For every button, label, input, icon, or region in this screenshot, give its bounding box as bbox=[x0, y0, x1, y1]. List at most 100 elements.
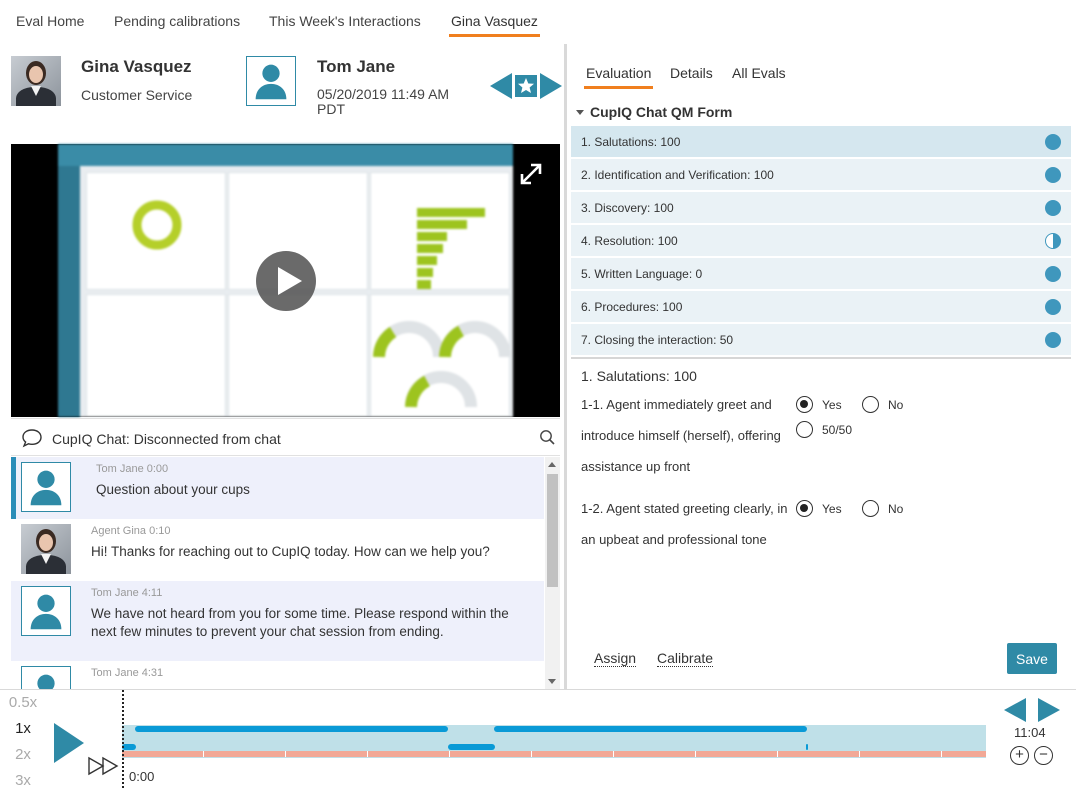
section-status-full-icon bbox=[1045, 167, 1061, 183]
user-silhouette-icon bbox=[37, 674, 55, 689]
timeline-play-button[interactable] bbox=[54, 723, 84, 763]
chat-transcript[interactable]: Tom Jane 0:00 Question about your cups A… bbox=[11, 457, 560, 689]
form-section-salutations[interactable]: 1. Salutations: 100 bbox=[571, 126, 1071, 158]
search-icon[interactable] bbox=[539, 429, 555, 445]
customer-avatar bbox=[21, 586, 71, 636]
chat-header: CupIQ Chat: Disconnected from chat bbox=[11, 418, 560, 456]
speed-1x[interactable]: 1x bbox=[0, 716, 46, 742]
fullscreen-expand-icon[interactable] bbox=[518, 161, 544, 187]
form-title-text: CupIQ Chat QM Form bbox=[590, 104, 733, 120]
form-divider bbox=[571, 357, 1071, 359]
form-section-discovery[interactable]: 3. Discovery: 100 bbox=[571, 192, 1071, 224]
tab-gina-vasquez[interactable]: Gina Vasquez bbox=[449, 13, 540, 37]
message-author-time: Tom Jane 4:31 bbox=[91, 667, 164, 679]
user-silhouette-icon bbox=[30, 470, 62, 506]
save-button[interactable]: Save bbox=[1007, 643, 1057, 674]
zoom-out-icon[interactable]: − bbox=[1034, 746, 1053, 765]
chat-message[interactable]: Tom Jane 4:11 We have not heard from you… bbox=[11, 581, 544, 661]
section-label: 2. Identification and Verification: 100 bbox=[581, 168, 774, 182]
section-status-full-icon bbox=[1045, 332, 1061, 348]
collapse-caret-icon[interactable] bbox=[576, 110, 584, 115]
speed-3x[interactable]: 3x bbox=[0, 768, 46, 794]
q1-1-fifty-fifty-label: 50/50 bbox=[822, 423, 853, 437]
scroll-up-icon[interactable] bbox=[548, 462, 556, 467]
chat-bubble-icon bbox=[22, 429, 42, 448]
tab-evaluation[interactable]: Evaluation bbox=[583, 65, 654, 89]
video-play-button[interactable] bbox=[256, 251, 316, 311]
pane-divider[interactable] bbox=[564, 44, 567, 689]
speed-2x[interactable]: 2x bbox=[0, 742, 46, 768]
section-label: 5. Written Language: 0 bbox=[581, 267, 703, 281]
zoom-in-icon[interactable]: + bbox=[1010, 746, 1029, 765]
q1-1-yes-radio[interactable] bbox=[796, 396, 813, 413]
timeline-customer-segment[interactable] bbox=[122, 744, 136, 750]
interaction-datetime: 05/20/2019 11:49 AM PDT bbox=[317, 86, 450, 117]
speed-0-5x[interactable]: 0.5x bbox=[0, 690, 46, 716]
bookmark-star-button[interactable] bbox=[515, 73, 537, 99]
q1-2-no-radio[interactable] bbox=[862, 500, 879, 517]
form-section-identification[interactable]: 2. Identification and Verification: 100 bbox=[571, 159, 1071, 191]
tab-eval-home[interactable]: Eval Home bbox=[16, 13, 84, 29]
customer-avatar bbox=[21, 462, 71, 512]
q1-1-fifty-fifty-radio[interactable] bbox=[796, 421, 813, 438]
chat-message[interactable]: Agent Gina 0:10 Hi! Thanks for reaching … bbox=[11, 519, 544, 581]
timeline-agent-segment[interactable] bbox=[494, 726, 807, 732]
agent-avatar bbox=[11, 56, 61, 106]
interaction-navigation bbox=[490, 73, 562, 99]
timeline-customer-segment[interactable] bbox=[448, 744, 495, 750]
q1-2-no-label: No bbox=[888, 502, 904, 516]
calibrate-link[interactable]: Calibrate bbox=[657, 650, 714, 667]
chat-message[interactable]: Tom Jane 4:31 bbox=[11, 661, 544, 689]
chat-scrollbar[interactable] bbox=[545, 457, 560, 689]
top-navigation: Eval Home Pending calibrations This Week… bbox=[0, 0, 1076, 44]
tab-pending-calibrations[interactable]: Pending calibrations bbox=[114, 13, 240, 29]
form-title[interactable]: CupIQ Chat QM Form bbox=[576, 104, 732, 120]
agent-department: Customer Service bbox=[81, 87, 193, 103]
section-label: 1. Salutations: 100 bbox=[581, 135, 681, 149]
current-time: 0:00 bbox=[129, 769, 155, 784]
user-silhouette-icon bbox=[255, 64, 287, 100]
q1-2-yes-radio[interactable] bbox=[796, 500, 813, 517]
q1-1-no-label: No bbox=[888, 398, 904, 412]
form-section-resolution[interactable]: 4. Resolution: 100 bbox=[571, 225, 1071, 257]
video-player[interactable] bbox=[11, 144, 560, 417]
form-section-written-language[interactable]: 5. Written Language: 0 bbox=[571, 258, 1071, 290]
playback-timeline: 0.5x 1x 2x 3x 0:00 11:04 + − bbox=[0, 689, 1076, 795]
customer-avatar bbox=[21, 666, 71, 689]
section-status-full-icon bbox=[1045, 266, 1061, 282]
assign-link[interactable]: Assign bbox=[594, 650, 637, 667]
total-time: 11:04 bbox=[1014, 725, 1046, 740]
agent-avatar bbox=[21, 524, 71, 574]
fast-forward-icon[interactable] bbox=[88, 756, 120, 776]
chat-message[interactable]: Tom Jane 0:00 Question about your cups bbox=[11, 457, 544, 519]
tab-this-weeks-interactions[interactable]: This Week's Interactions bbox=[269, 13, 421, 29]
playhead[interactable] bbox=[122, 690, 124, 788]
section-label: 7. Closing the interaction: 50 bbox=[581, 333, 734, 347]
scrollbar-thumb[interactable] bbox=[547, 474, 558, 587]
form-section-closing[interactable]: 7. Closing the interaction: 50 bbox=[571, 324, 1071, 356]
chat-status-text: CupIQ Chat: Disconnected from chat bbox=[52, 431, 281, 447]
tab-all-evals[interactable]: All Evals bbox=[732, 65, 786, 81]
customer-avatar bbox=[246, 56, 296, 106]
timeline-customer-segment[interactable] bbox=[806, 744, 808, 750]
tab-details[interactable]: Details bbox=[670, 65, 713, 81]
previous-interaction-button[interactable] bbox=[490, 73, 512, 99]
form-section-procedures[interactable]: 6. Procedures: 100 bbox=[571, 291, 1071, 323]
scroll-down-icon[interactable] bbox=[548, 679, 556, 684]
question-1-2-text: 1-2. Agent stated greeting clearly, in a… bbox=[581, 501, 788, 547]
timeline-silence-track bbox=[122, 751, 986, 757]
current-section-title: 1. Salutations: 100 bbox=[581, 368, 697, 384]
timeline-next-button[interactable] bbox=[1038, 698, 1060, 722]
section-label: 6. Procedures: 100 bbox=[581, 300, 683, 314]
agent-name: Gina Vasquez bbox=[81, 57, 192, 76]
section-label: 4. Resolution: 100 bbox=[581, 234, 678, 248]
customer-name: Tom Jane bbox=[317, 57, 396, 76]
timeline-track[interactable] bbox=[122, 725, 986, 758]
q1-1-no-radio[interactable] bbox=[862, 396, 879, 413]
timeline-agent-segment[interactable] bbox=[135, 726, 448, 732]
section-status-full-icon bbox=[1045, 134, 1061, 150]
message-text: Question about your cups bbox=[96, 482, 250, 497]
section-status-half-icon bbox=[1045, 233, 1061, 249]
timeline-previous-button[interactable] bbox=[1004, 698, 1026, 722]
next-interaction-button[interactable] bbox=[540, 73, 562, 99]
